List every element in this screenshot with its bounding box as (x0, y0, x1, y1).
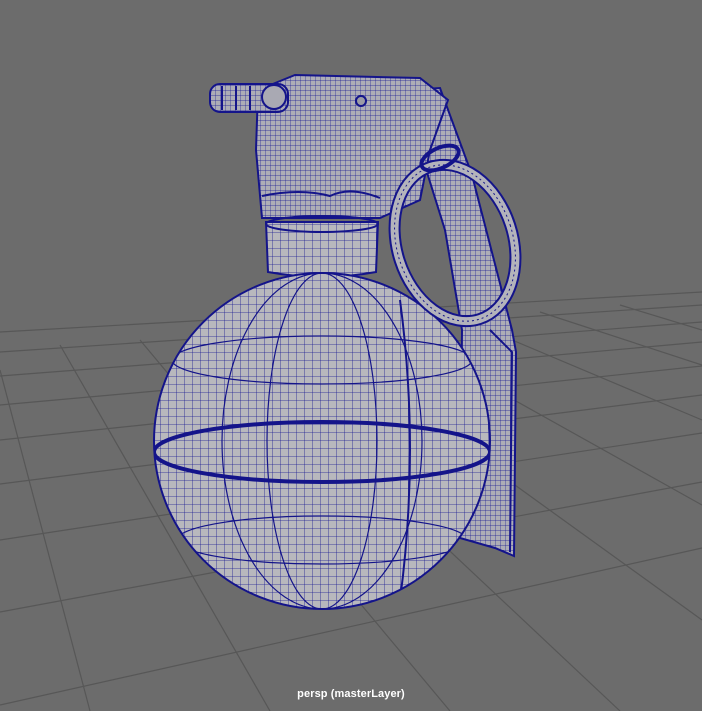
grenade-body[interactable] (153, 272, 491, 610)
camera-label: persp (masterLayer) (297, 688, 405, 700)
grenade-model[interactable] (153, 73, 535, 610)
scene-canvas[interactable] (0, 0, 702, 711)
maya-perspective-viewport[interactable]: persp (masterLayer) (0, 0, 702, 711)
striker-hinge (209, 83, 289, 113)
fuse-rivet (355, 95, 367, 107)
